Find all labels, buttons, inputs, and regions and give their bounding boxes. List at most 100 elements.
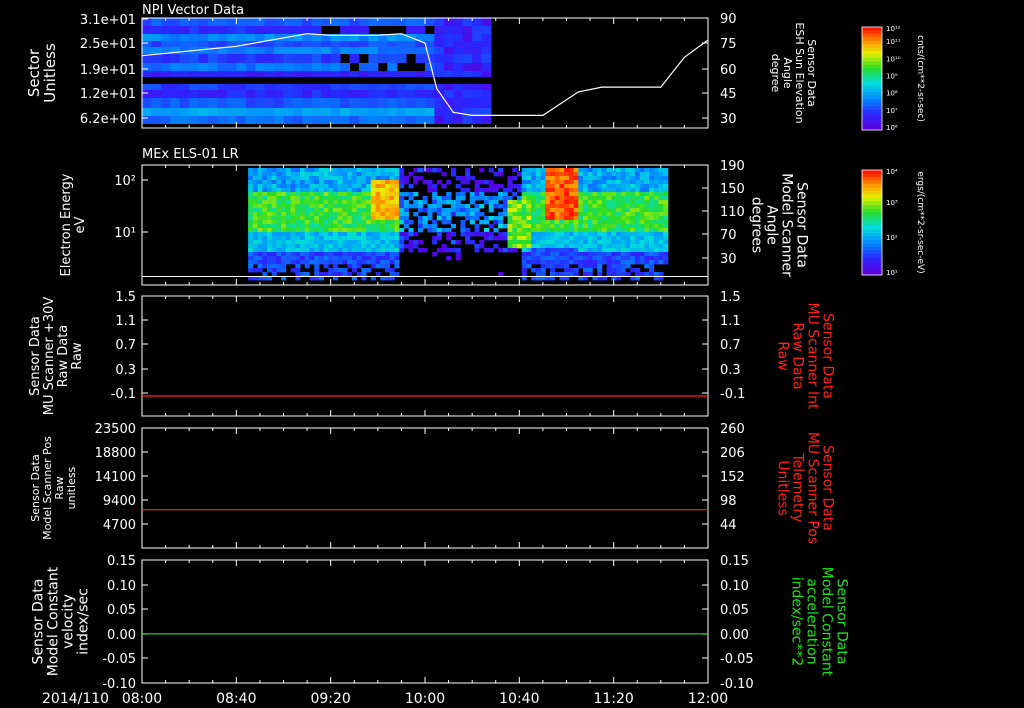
els-cell [252,188,258,193]
els-cell [304,212,310,217]
els-cell [262,228,268,233]
els-cell [380,172,386,177]
els-cell [333,224,339,229]
els-cell [658,236,664,241]
els-cell [285,188,291,193]
els-cell [493,228,499,233]
npi-cell [406,116,416,124]
npi-cell [179,63,190,71]
els-cell [625,252,631,257]
els-cell [333,220,339,225]
els-cell [663,192,669,197]
npi-cell [245,116,256,124]
els-cell [417,224,423,229]
els-cell [620,264,626,269]
els-cell [333,244,339,249]
els-cell [535,268,541,273]
npi-cell [170,54,181,63]
els-cell [545,244,551,249]
els-cell [568,212,574,217]
els-cell [281,192,287,197]
els-cell [276,268,282,273]
els-cell [394,168,400,173]
els-cell [304,172,310,177]
left-axis-title-line: index/sec [76,588,92,655]
els-cell [318,244,324,249]
els-cell [370,220,376,225]
els-cell [337,236,343,241]
els-cell [550,204,556,209]
els-cell [592,200,598,205]
els-cell [517,216,523,221]
els-cell [417,220,423,225]
left-tick-label: 0.7 [115,338,136,353]
els-cell [281,212,287,217]
els-cell [658,256,664,261]
els-cell [351,200,357,205]
npi-cell [208,116,218,124]
els-cell [625,220,631,225]
els-cell [295,268,301,273]
els-cell [649,220,655,225]
els-cell [559,192,565,197]
els-cell [399,220,405,225]
els-cell [601,180,607,185]
npi-cell [226,84,237,90]
els-cell [639,208,645,213]
els-cell [413,176,419,181]
els-cell [290,208,296,213]
els-cell [300,228,306,233]
els-cell [521,216,527,221]
npi-cell [359,116,369,124]
npi-cell [330,71,341,77]
els-cell [446,208,452,213]
els-cell [649,188,655,193]
els-cell [337,208,343,213]
els-cell [526,212,532,217]
els-cell [252,208,258,213]
npi-cell [274,116,284,124]
npi-cell [226,47,237,54]
right-tick-label: 30 [720,112,737,127]
els-cell [314,200,320,205]
els-cell [252,268,258,273]
els-cell [469,200,475,205]
els-cell [526,244,532,249]
els-cell [361,212,367,217]
els-cell [394,240,400,245]
els-cell [531,212,537,217]
els-cell [658,216,664,221]
els-cell [540,264,546,269]
time-tick-label: 10:40 [499,691,539,707]
els-cell [649,224,655,229]
els-cell [663,244,669,249]
els-cell [526,256,532,261]
els-cell [427,180,433,185]
colorbar-cell [862,184,882,188]
els-cell [300,232,306,237]
els-cell [578,240,584,245]
els-cell [540,176,546,181]
els-cell [248,228,254,233]
els-cell [587,228,593,233]
els-cell [616,172,622,177]
els-cell [271,224,277,229]
npi-cell [198,90,209,98]
els-cell [314,184,320,189]
els-cell [663,212,669,217]
els-cell [380,240,386,245]
els-cell [611,236,617,241]
els-cell [285,240,291,245]
els-cell [578,248,584,253]
els-cell [540,256,546,261]
els-cell [644,240,650,245]
els-cell [587,196,593,201]
els-cell [502,224,508,229]
npi-cell [387,63,398,71]
els-cell [333,196,339,201]
els-cell [432,204,438,209]
npi-cell [283,54,294,63]
els-cell [535,168,541,173]
npi-cell [151,98,162,108]
colorbar-cell [862,78,882,83]
